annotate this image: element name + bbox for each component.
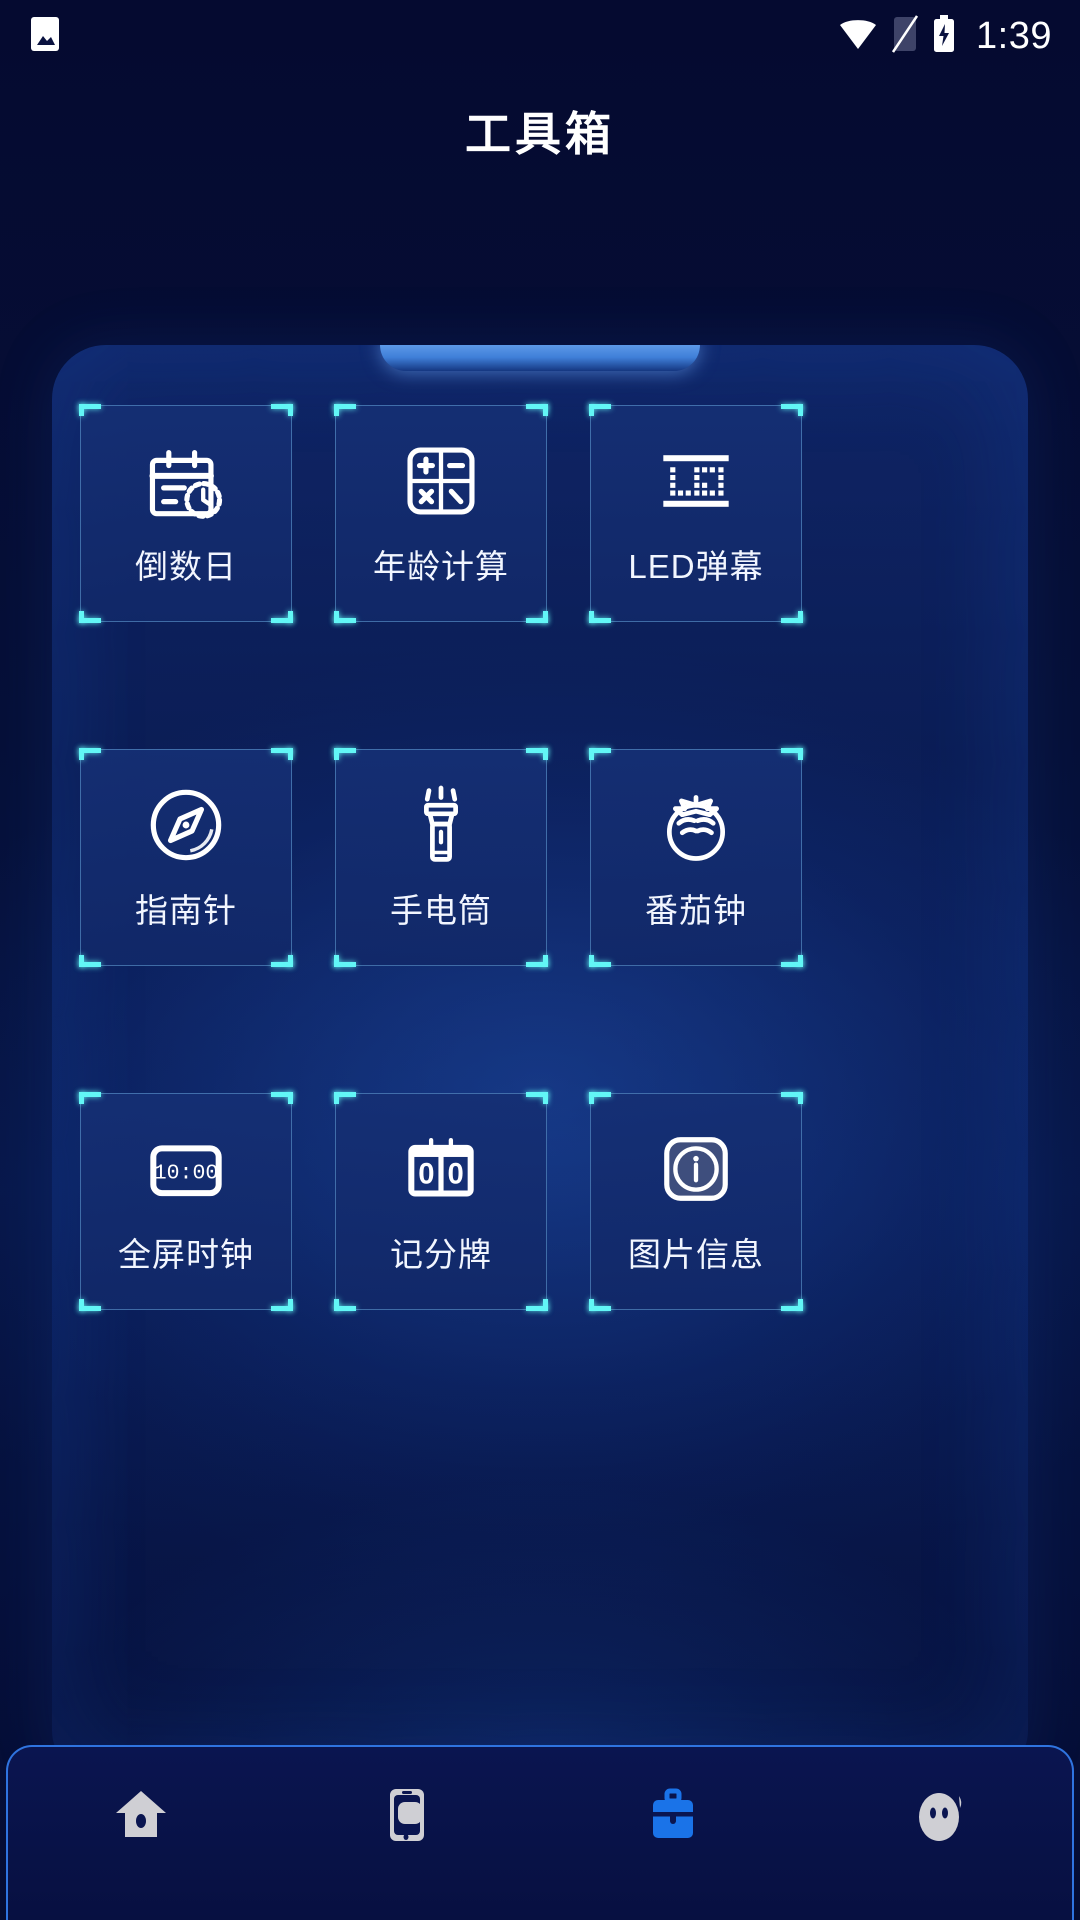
tool-tile-scoreboard[interactable]: 0 0 记分牌 xyxy=(334,1092,548,1311)
tool-label: LED弹幕 xyxy=(628,548,764,585)
compass-icon xyxy=(143,782,229,868)
corner-bracket-tr xyxy=(271,748,293,760)
wifi-icon xyxy=(838,16,878,57)
corner-bracket-bl xyxy=(334,1299,356,1311)
corner-bracket-tl xyxy=(334,1092,356,1104)
tool-tile-compass[interactable]: 指南针 xyxy=(79,748,293,967)
flashlight-icon xyxy=(398,782,484,868)
nav-item-profile[interactable] xyxy=(864,1775,1014,1855)
tool-label: 全屏时钟 xyxy=(118,1236,254,1273)
scoreboard-right-value: 0 xyxy=(447,1159,463,1191)
tool-label: 番茄钟 xyxy=(645,892,747,929)
scoreboard-left-value: 0 xyxy=(418,1159,434,1191)
corner-bracket-tl xyxy=(589,404,611,416)
home-icon xyxy=(109,1783,173,1847)
corner-bracket-bl xyxy=(589,611,611,623)
status-bar: 1:39 xyxy=(0,0,1080,72)
briefcase-icon xyxy=(641,1783,705,1847)
corner-bracket-tr xyxy=(526,404,548,416)
status-bar-clock: 1:39 xyxy=(976,15,1052,57)
corner-bracket-bl xyxy=(589,955,611,967)
corner-bracket-br xyxy=(781,611,803,623)
corner-bracket-tr xyxy=(271,404,293,416)
image-notification-icon xyxy=(28,15,62,58)
status-bar-right: 1:39 xyxy=(838,14,1052,58)
corner-bracket-bl xyxy=(79,611,101,623)
phone-icon xyxy=(375,1783,439,1847)
status-bar-left xyxy=(28,15,62,58)
tool-tile-countdown-day[interactable]: 倒数日 xyxy=(79,404,293,623)
corner-bracket-tl xyxy=(79,404,101,416)
corner-bracket-tr xyxy=(781,404,803,416)
corner-bracket-tr xyxy=(781,748,803,760)
calculator-icon xyxy=(398,438,484,524)
tool-tile-pomodoro[interactable]: 番茄钟 xyxy=(589,748,803,967)
corner-bracket-br xyxy=(271,1299,293,1311)
corner-bracket-bl xyxy=(589,1299,611,1311)
corner-bracket-tl xyxy=(589,1092,611,1104)
page-title: 工具箱 xyxy=(465,108,615,160)
battery-charging-icon xyxy=(932,14,956,58)
corner-bracket-tl xyxy=(79,748,101,760)
tools-grid: 倒数日 年龄计算 LED弹幕 指南针 手电筒 番茄钟 10:00 全屏时钟 0 … xyxy=(79,404,803,1325)
corner-bracket-br xyxy=(526,1299,548,1311)
tool-tile-flashlight[interactable]: 手电筒 xyxy=(334,748,548,967)
corner-bracket-tl xyxy=(334,748,356,760)
info-square-icon xyxy=(653,1126,739,1212)
clock-icon-text: 10:00 xyxy=(154,1161,219,1185)
corner-bracket-br xyxy=(526,611,548,623)
corner-bracket-br xyxy=(781,1299,803,1311)
tool-tile-image-info[interactable]: 图片信息 xyxy=(589,1092,803,1311)
sim-card-icon xyxy=(891,14,919,58)
corner-bracket-br xyxy=(271,611,293,623)
tool-label: 记分牌 xyxy=(390,1236,492,1273)
tool-label: 倒数日 xyxy=(135,548,237,585)
corner-bracket-br xyxy=(271,955,293,967)
corner-bracket-tr xyxy=(271,1092,293,1104)
tool-label: 图片信息 xyxy=(628,1236,764,1273)
corner-bracket-br xyxy=(781,955,803,967)
led-matrix-icon xyxy=(653,438,739,524)
tool-tile-led-banner[interactable]: LED弹幕 xyxy=(589,404,803,623)
bottom-navigation-bar xyxy=(6,1745,1074,1920)
corner-bracket-tl xyxy=(334,404,356,416)
tool-tile-age-calculator[interactable]: 年龄计算 xyxy=(334,404,548,623)
corner-bracket-br xyxy=(526,955,548,967)
corner-bracket-tr xyxy=(526,748,548,760)
calendar-clock-icon xyxy=(143,438,229,524)
corner-bracket-bl xyxy=(334,611,356,623)
nav-item-home[interactable] xyxy=(66,1775,216,1855)
corner-bracket-bl xyxy=(79,955,101,967)
corner-bracket-tr xyxy=(526,1092,548,1104)
corner-bracket-bl xyxy=(334,955,356,967)
corner-bracket-tl xyxy=(79,1092,101,1104)
corner-bracket-tl xyxy=(589,748,611,760)
nav-item-toolbox[interactable] xyxy=(598,1775,748,1855)
corner-bracket-tr xyxy=(781,1092,803,1104)
pig-avatar-icon xyxy=(907,1783,971,1847)
tool-label: 手电筒 xyxy=(390,892,492,929)
corner-bracket-bl xyxy=(79,1299,101,1311)
app-screen: 1:39 工具箱 倒数日 年龄计算 LED弹幕 指南针 手电筒 番茄钟 10:0… xyxy=(0,0,1080,1920)
tomato-icon xyxy=(653,782,739,868)
nav-item-device[interactable] xyxy=(332,1775,482,1855)
tool-label: 年龄计算 xyxy=(373,548,509,585)
digital-clock-icon: 10:00 xyxy=(143,1126,229,1212)
scoreboard-icon: 0 0 xyxy=(398,1126,484,1212)
tool-tile-fullscreen-clock[interactable]: 10:00 全屏时钟 xyxy=(79,1092,293,1311)
tool-label: 指南针 xyxy=(135,892,237,929)
panel-notch-decoration xyxy=(380,345,700,371)
